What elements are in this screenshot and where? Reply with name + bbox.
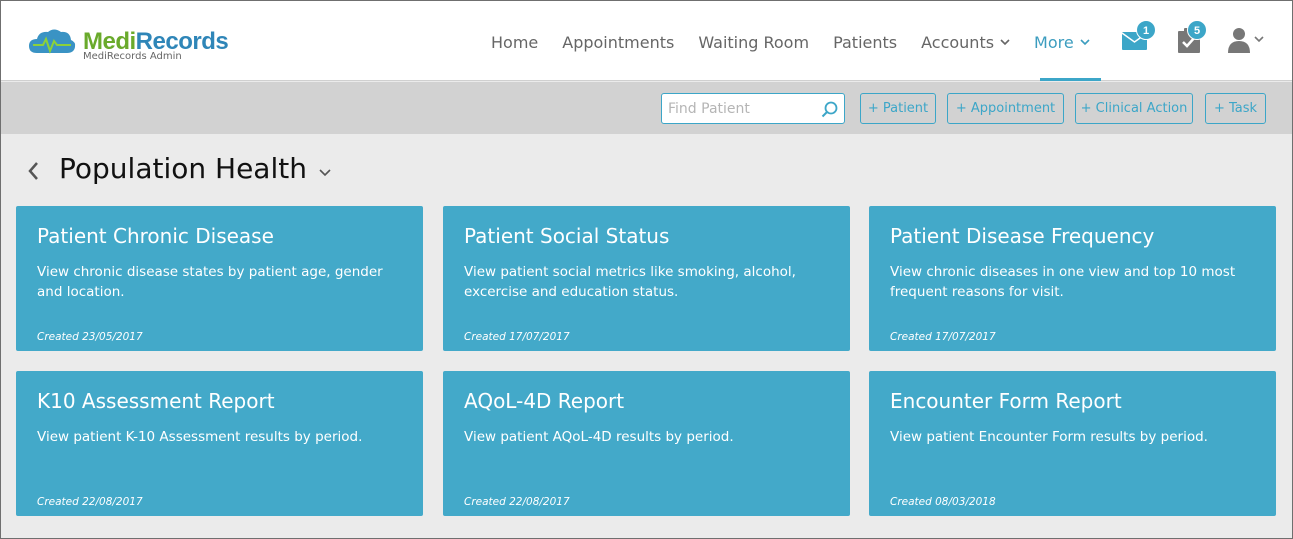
card-description: View patient social metrics like smoking… — [464, 264, 796, 300]
tasks-button[interactable]: 5 — [1177, 20, 1207, 59]
messages-button[interactable]: 1 — [1121, 20, 1156, 58]
nav-appointments[interactable]: Appointments — [562, 31, 674, 53]
chevron-down-icon — [1000, 39, 1010, 46]
messages-count-badge: 1 — [1136, 20, 1156, 40]
nav-more[interactable]: More — [1034, 31, 1090, 53]
find-patient-input[interactable] — [668, 99, 818, 119]
report-card-aqol-4d[interactable]: AQoL-4D Report View patient AQoL-4D resu… — [443, 371, 850, 516]
card-created-date: Created 08/03/2018 — [890, 496, 996, 508]
report-card-patient-social-status[interactable]: Patient Social Status View patient socia… — [443, 206, 850, 351]
nav-more-label: More — [1034, 32, 1074, 52]
cloud-logo-icon — [29, 29, 76, 54]
card-title: Patient Disease Frequency — [890, 224, 1155, 248]
find-patient-search[interactable] — [661, 93, 845, 124]
nav-waiting-room-label: Waiting Room — [698, 32, 810, 52]
add-patient-button[interactable]: + Patient — [860, 93, 936, 124]
user-icon — [1228, 28, 1264, 53]
chevron-down-icon — [1080, 39, 1090, 46]
action-toolbar: + Patient + Appointment + Clinical Actio… — [1, 82, 1292, 134]
card-created-date: Created 23/05/2017 — [37, 331, 143, 343]
card-description: View patient AQoL-4D results by period. — [464, 429, 734, 445]
nav-patients[interactable]: Patients — [833, 31, 897, 53]
card-description: View chronic diseases in one view and to… — [890, 264, 1236, 300]
main-nav: Home Appointments Waiting Room Patients … — [491, 31, 1114, 53]
card-title: Encounter Form Report — [890, 389, 1122, 413]
nav-home-label: Home — [491, 32, 539, 52]
back-chevron-icon[interactable] — [27, 161, 41, 181]
nav-accounts[interactable]: Accounts — [921, 31, 1010, 53]
nav-home[interactable]: Home — [491, 31, 538, 53]
card-title: Patient Chronic Disease — [37, 224, 274, 248]
user-menu-button[interactable] — [1228, 27, 1268, 58]
nav-active-indicator — [1040, 78, 1101, 81]
nav-appointments-label: Appointments — [562, 32, 675, 52]
add-clinical-action-button[interactable]: + Clinical Action — [1075, 93, 1193, 124]
tasks-count-badge: 5 — [1187, 20, 1207, 40]
report-card-k10-assessment[interactable]: K10 Assessment Report View patient K-10 … — [16, 371, 423, 516]
search-icon[interactable] — [821, 101, 839, 119]
card-title: AQoL-4D Report — [464, 389, 625, 413]
card-title: Patient Social Status — [464, 224, 670, 248]
nav-waiting-room[interactable]: Waiting Room — [698, 31, 809, 53]
card-description: View patient Encounter Form results by p… — [890, 429, 1208, 445]
nav-patients-label: Patients — [833, 32, 898, 52]
report-card-patient-disease-frequency[interactable]: Patient Disease Frequency View chronic d… — [869, 206, 1276, 351]
medirecords-logo[interactable]: MediRecords MediRecords Admin — [27, 25, 237, 65]
card-created-date: Created 17/07/2017 — [464, 331, 570, 343]
card-created-date: Created 17/07/2017 — [890, 331, 996, 343]
card-created-date: Created 22/08/2017 — [37, 496, 143, 508]
card-title: K10 Assessment Report — [37, 389, 275, 413]
card-description: View patient K-10 Assessment results by … — [37, 429, 363, 445]
add-appointment-button[interactable]: + Appointment — [947, 93, 1064, 124]
top-header: MediRecords MediRecords Admin Home Appoi… — [1, 1, 1292, 81]
brand-subtitle: MediRecords Admin — [83, 51, 182, 62]
page-title: Population Health — [59, 152, 307, 185]
nav-accounts-label: Accounts — [921, 32, 995, 52]
card-created-date: Created 22/08/2017 — [464, 496, 570, 508]
report-card-patient-chronic-disease[interactable]: Patient Chronic Disease View chronic dis… — [16, 206, 423, 351]
add-task-button[interactable]: + Task — [1205, 93, 1266, 124]
report-card-encounter-form[interactable]: Encounter Form Report View patient Encou… — [869, 371, 1276, 516]
chevron-down-icon[interactable] — [319, 168, 331, 178]
card-description: View chronic disease states by patient a… — [37, 264, 383, 300]
